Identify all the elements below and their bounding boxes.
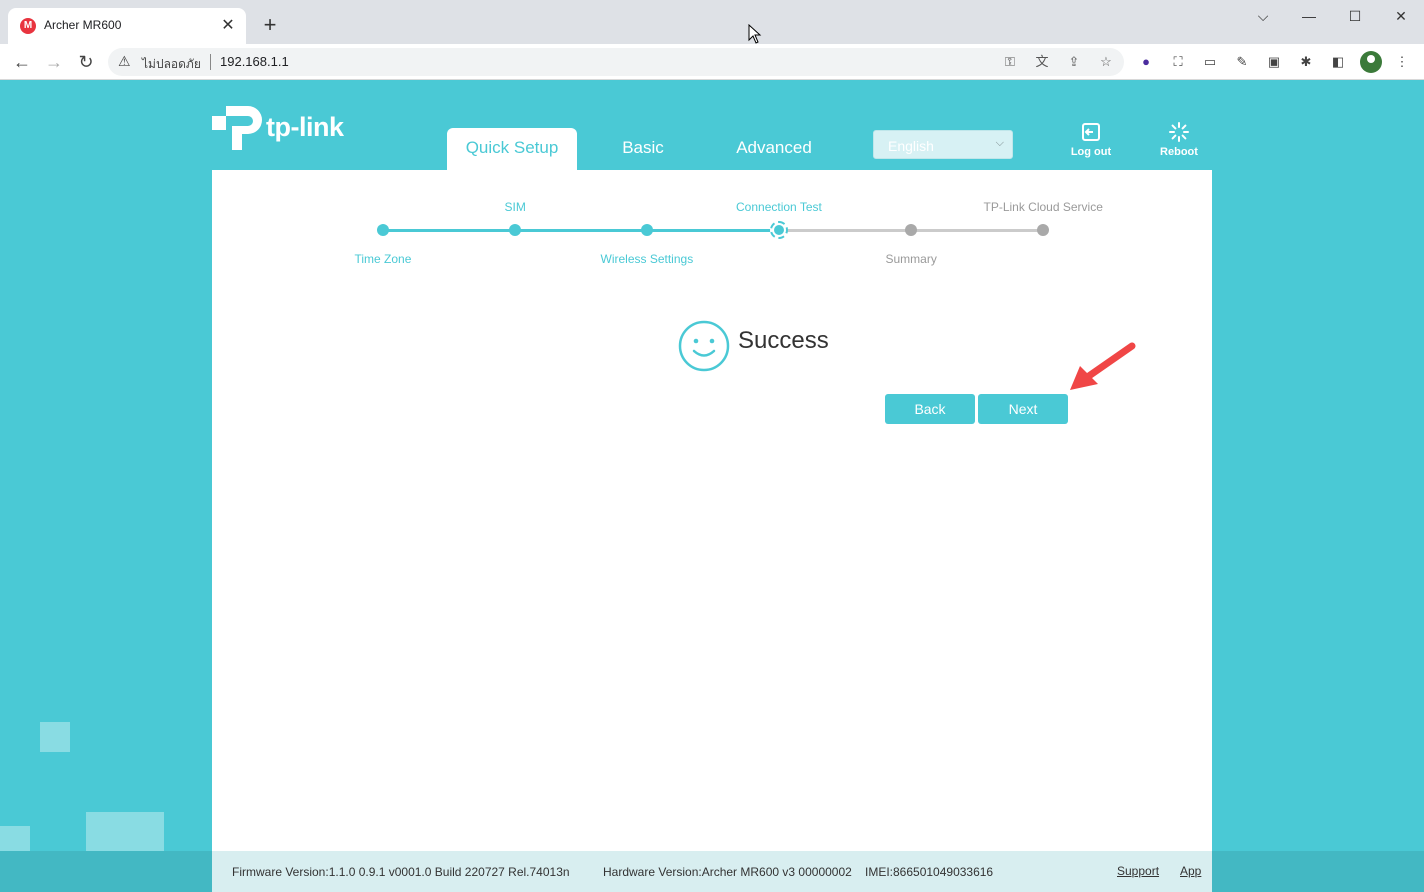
- cast-extension-icon[interactable]: ▭: [1201, 53, 1219, 71]
- quick-setup-panel: Time Zone SIM Wireless Settings Connection …: [212, 170, 1212, 851]
- key-icon[interactable]: ⚿: [1001, 53, 1019, 71]
- share-icon[interactable]: ⇪: [1065, 53, 1083, 71]
- reload-icon[interactable]: ↻: [74, 50, 98, 74]
- menu-kebab-icon[interactable]: ⋮: [1393, 53, 1411, 71]
- stepper-connector: [778, 229, 910, 232]
- tab-quick-setup[interactable]: Quick Setup: [447, 128, 577, 170]
- hardware-version: Hardware Version:Archer MR600 v3 0000000…: [603, 865, 852, 879]
- tab-advanced[interactable]: Advanced: [724, 128, 824, 170]
- warning-triangle-icon[interactable]: ⚠: [118, 53, 131, 70]
- stepper-connector: [910, 229, 1042, 232]
- tab-title: Archer MR600: [44, 18, 122, 32]
- tp-link-logo-icon: [212, 106, 262, 150]
- step-label: Time Zone: [354, 252, 412, 266]
- step-dot: [377, 224, 389, 236]
- security-status[interactable]: ไม่ปลอดภัย: [142, 55, 201, 74]
- logout-label: Log out: [1070, 146, 1112, 158]
- stepper-connector: [382, 229, 514, 232]
- red-annotation-arrow-icon: [1070, 342, 1136, 390]
- puzzle-extensions-icon[interactable]: ✱: [1297, 53, 1315, 71]
- screenshot-extension-icon[interactable]: ⛶: [1169, 53, 1187, 71]
- language-select[interactable]: English ⌵: [873, 130, 1013, 159]
- firmware-version: Firmware Version:1.1.0 0.9.1 v0001.0 Bui…: [232, 865, 570, 879]
- tab-basic[interactable]: Basic: [598, 128, 688, 170]
- browser-tab[interactable]: M Archer MR600 ✕: [8, 8, 246, 44]
- footer: Firmware Version:1.1.0 0.9.1 v0001.0 Bui…: [0, 851, 1424, 892]
- side-panel-icon[interactable]: ◧: [1329, 53, 1347, 71]
- address-bar[interactable]: ⚠ ไม่ปลอดภัย 192.168.1.1 ⚿ 文 ⇪ ☆: [108, 48, 1124, 76]
- download-extension-icon[interactable]: ●: [1137, 53, 1155, 71]
- browser-toolbar: ← → ↻ ⚠ ไม่ปลอดภัย 192.168.1.1 ⚿ 文 ⇪ ☆ ●…: [0, 44, 1424, 80]
- language-value: English: [888, 138, 934, 154]
- step-dot: [905, 224, 917, 236]
- logout-icon: [1082, 123, 1100, 141]
- capture-extension-icon[interactable]: ▣: [1265, 53, 1283, 71]
- step-dot: [770, 221, 788, 239]
- profile-avatar[interactable]: [1360, 51, 1382, 73]
- step-label: Wireless Settings: [600, 252, 694, 266]
- reboot-button[interactable]: Reboot: [1149, 122, 1209, 162]
- step-dot: [509, 224, 521, 236]
- step-label: TP-Link Cloud Service: [983, 200, 1103, 214]
- browser-tabstrip: M Archer MR600 ✕ + ⌵ — ☐ ✕: [0, 0, 1424, 44]
- tab-search-chevron-icon[interactable]: ⌵: [1248, 6, 1278, 26]
- stepper-connector: [514, 229, 646, 232]
- support-link[interactable]: Support: [1117, 864, 1159, 878]
- translate-icon[interactable]: 文: [1033, 53, 1051, 71]
- next-button[interactable]: Next: [978, 394, 1068, 424]
- step-dot: [641, 224, 653, 236]
- mouse-pointer-icon: [748, 24, 762, 44]
- smiley-face-icon: [678, 320, 730, 372]
- address-divider: [210, 54, 211, 70]
- new-tab-plus-icon[interactable]: +: [258, 14, 282, 38]
- url-text[interactable]: 192.168.1.1: [220, 54, 289, 69]
- back-arrow-icon[interactable]: ←: [10, 50, 34, 74]
- bookmark-star-icon[interactable]: ☆: [1097, 53, 1115, 71]
- reboot-spinner-icon: [1169, 122, 1189, 142]
- logout-button[interactable]: Log out: [1061, 122, 1121, 162]
- back-button[interactable]: Back: [885, 394, 975, 424]
- minimize-icon[interactable]: —: [1294, 6, 1324, 26]
- step-label: SIM: [504, 200, 526, 214]
- forward-arrow-icon[interactable]: →: [42, 50, 66, 74]
- app-link[interactable]: App: [1180, 864, 1201, 878]
- stepper-connector: [646, 229, 778, 232]
- site-favicon-icon: M: [20, 18, 36, 34]
- decor-shape: [40, 722, 70, 752]
- step-dot: [1037, 224, 1049, 236]
- tp-link-logo: tp-link: [212, 102, 352, 154]
- logo-wordmark: tp-link: [266, 112, 344, 142]
- maximize-icon[interactable]: ☐: [1340, 6, 1370, 26]
- tab-close-icon[interactable]: ✕: [218, 16, 238, 36]
- status-message: Success: [738, 327, 829, 354]
- footer-bar: Firmware Version:1.1.0 0.9.1 v0001.0 Bui…: [212, 851, 1212, 892]
- chevron-down-icon: ⌵: [995, 137, 1004, 149]
- window-close-icon[interactable]: ✕: [1386, 6, 1416, 26]
- imei-value: IMEI:866501049033616: [865, 865, 994, 879]
- step-label: Summary: [885, 252, 937, 266]
- step-label: Connection Test: [736, 200, 822, 214]
- reboot-label: Reboot: [1160, 146, 1198, 158]
- edit-extension-icon[interactable]: ✎: [1233, 53, 1251, 71]
